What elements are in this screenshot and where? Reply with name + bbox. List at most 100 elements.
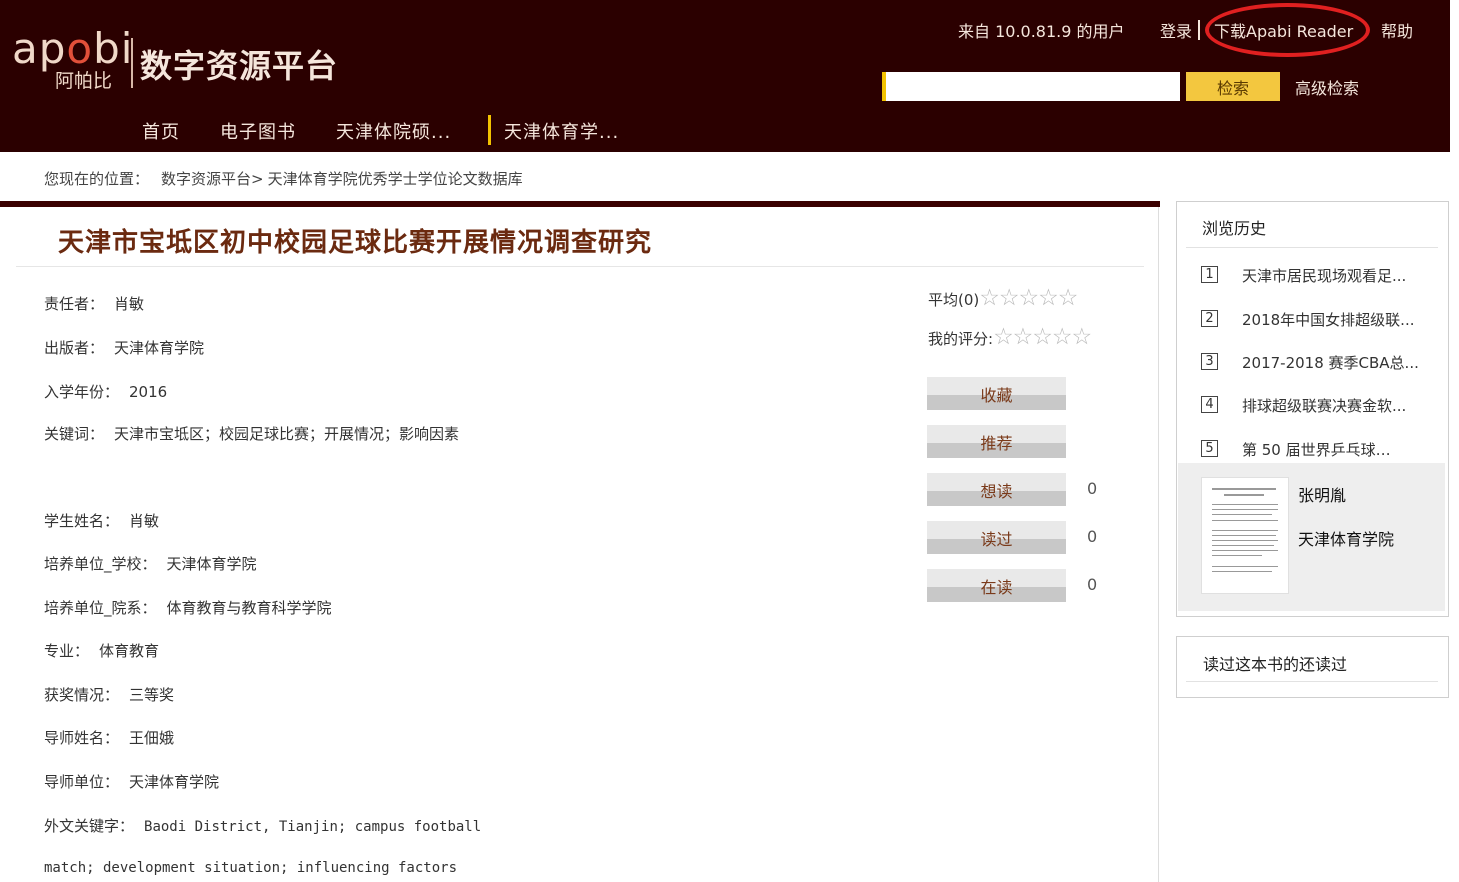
- logo-divider: [131, 38, 133, 88]
- field-label: 学生姓名：: [44, 512, 120, 530]
- field-enroll-year: 入学年份： 2016: [44, 381, 167, 402]
- thumb-text-line: [1212, 550, 1278, 551]
- history-item[interactable]: 2017-2018 赛季CBA总...: [1242, 352, 1419, 373]
- thumb-text-line: [1212, 566, 1278, 567]
- field-label: 导师姓名：: [44, 729, 120, 747]
- field-label: 导师单位：: [44, 773, 120, 791]
- nav-tianjin-masters[interactable]: 天津体院硕...: [336, 118, 451, 144]
- field-label: 关键词：: [44, 425, 105, 443]
- thumb-text-line: [1212, 530, 1278, 531]
- also-read-divider: [1186, 681, 1438, 682]
- average-rating-label: 平均(0): [928, 291, 980, 309]
- thumb-text-line: [1212, 555, 1262, 556]
- preview-publisher: 天津体育学院: [1298, 530, 1395, 549]
- nav-home[interactable]: 首页: [142, 118, 180, 144]
- have-read-count: 0: [1087, 527, 1098, 546]
- field-value: 王佃娥: [129, 729, 175, 747]
- user-info: 来自 10.0.81.9 的用户: [958, 22, 1125, 41]
- field-keywords: 关键词： 天津市宝坻区；校园足球比赛；开展情况；影响因素: [44, 423, 459, 444]
- field-label: 获奖情况：: [44, 686, 120, 704]
- field-department: 培养单位_院系： 体育教育与教育科学学院: [44, 597, 332, 618]
- main-divider: [1158, 207, 1159, 882]
- history-number-icon: 3: [1201, 353, 1218, 370]
- field-value: 天津体育学院: [166, 555, 257, 573]
- platform-title: 数字资源平台: [140, 47, 339, 85]
- history-item[interactable]: 2018年中国女排超级联...: [1242, 309, 1414, 330]
- highlight-annotation-circle: [1205, 3, 1370, 57]
- breadcrumb: 您现在的位置： 数字资源平台> 天津体育学院优秀学士学位论文数据库: [44, 168, 527, 189]
- top-link-separator: [1198, 20, 1200, 40]
- field-value: 体育教育: [99, 642, 160, 660]
- field-label: 培养单位_院系：: [44, 599, 157, 617]
- search-button[interactable]: 检索: [1186, 72, 1280, 101]
- book-title: 天津市宝坻区初中校园足球比赛开展情况调查研究: [58, 228, 653, 258]
- field-advisor-unit: 导师单位： 天津体育学院: [44, 771, 219, 792]
- recommend-button[interactable]: 推荐: [927, 425, 1066, 458]
- field-value: 肖敏: [114, 295, 145, 313]
- field-label: 外文关键字：: [44, 817, 135, 835]
- want-read-count: 0: [1087, 479, 1098, 498]
- average-stars-icon: ☆☆☆☆☆: [979, 285, 1078, 311]
- field-label: 责任者：: [44, 295, 105, 313]
- field-school: 培养单位_学校： 天津体育学院: [44, 553, 257, 574]
- thumb-text-line: [1224, 494, 1264, 496]
- reading-button[interactable]: 在读: [927, 569, 1066, 602]
- field-major: 专业： 体育教育: [44, 640, 159, 661]
- history-number-icon: 2: [1201, 310, 1218, 327]
- field-award: 获奖情况： 三等奖: [44, 684, 174, 705]
- field-label: 出版者：: [44, 339, 105, 357]
- have-read-button[interactable]: 读过: [927, 521, 1066, 554]
- my-rating: 我的评分:☆☆☆☆☆: [928, 324, 1092, 350]
- thumb-text-line: [1212, 571, 1272, 572]
- thumb-text-line: [1212, 488, 1276, 490]
- book-cover-thumbnail[interactable]: [1201, 477, 1289, 594]
- history-title: 浏览历史: [1202, 219, 1267, 238]
- history-item[interactable]: 天津市居民现场观看足...: [1242, 265, 1406, 286]
- breadcrumb-label: 您现在的位置：: [44, 170, 150, 188]
- advanced-search-link[interactable]: 高级检索: [1295, 75, 1359, 99]
- history-number-icon: 5: [1201, 440, 1218, 457]
- breadcrumb-item-platform[interactable]: 数字资源平台>: [161, 170, 264, 188]
- field-value: 2016: [129, 383, 168, 401]
- field-value: 天津体育学院: [129, 773, 220, 791]
- thumb-text-line: [1212, 535, 1276, 536]
- field-publisher: 出版者： 天津体育学院: [44, 337, 204, 358]
- history-number-icon: 1: [1201, 266, 1218, 283]
- title-underline: [16, 266, 1144, 267]
- history-divider: [1186, 247, 1438, 248]
- field-label: 专业：: [44, 642, 90, 660]
- field-advisor-name: 导师姓名： 王佃娥: [44, 727, 174, 748]
- help-link[interactable]: 帮助: [1381, 18, 1413, 42]
- field-label: 培养单位_学校：: [44, 555, 157, 573]
- average-rating: 平均(0)☆☆☆☆☆: [928, 285, 1078, 311]
- nav-ebooks[interactable]: 电子图书: [220, 118, 296, 144]
- favorite-button[interactable]: 收藏: [927, 377, 1066, 410]
- thumb-text-line: [1212, 540, 1278, 541]
- history-item[interactable]: 排球超级联赛决赛金软...: [1242, 395, 1406, 416]
- reading-count: 0: [1087, 575, 1098, 594]
- want-read-button[interactable]: 想读: [927, 473, 1066, 506]
- field-value: Baodi District, Tianjin; campus football: [144, 819, 482, 835]
- also-read-title: 读过这本书的还读过: [1203, 655, 1348, 674]
- field-value: 肖敏: [129, 512, 160, 530]
- nav-tianjin-sport[interactable]: 天津体育学...: [504, 118, 619, 144]
- thumb-text-line: [1212, 504, 1278, 505]
- nav-active-indicator: [488, 115, 491, 145]
- field-value: 天津体育学院: [114, 339, 205, 357]
- my-rating-label: 我的评分:: [928, 330, 994, 348]
- field-foreign-keywords: 外文关键字： Baodi District, Tianjin; campus fo…: [44, 815, 481, 836]
- logo-subtitle: 阿帕比: [55, 70, 113, 92]
- thumb-text-line: [1212, 545, 1274, 546]
- login-link[interactable]: 登录: [1160, 18, 1192, 42]
- my-rating-stars-icon[interactable]: ☆☆☆☆☆: [993, 324, 1092, 350]
- field-foreign-keywords-cont: match; development situation; influencin…: [44, 860, 458, 876]
- field-value: 天津市宝坻区；校园足球比赛；开展情况；影响因素: [114, 425, 460, 443]
- breadcrumb-item-database[interactable]: 天津体育学院优秀学士学位论文数据库: [268, 170, 523, 188]
- search-input[interactable]: [882, 72, 1180, 101]
- field-label: 入学年份：: [44, 383, 120, 401]
- thumb-text-line: [1212, 514, 1272, 515]
- field-value: 三等奖: [129, 686, 175, 704]
- field-student-name: 学生姓名： 肖敏: [44, 510, 159, 531]
- thumb-text-line: [1212, 509, 1278, 510]
- history-item[interactable]: 第 50 届世界乒乓球…: [1242, 439, 1391, 460]
